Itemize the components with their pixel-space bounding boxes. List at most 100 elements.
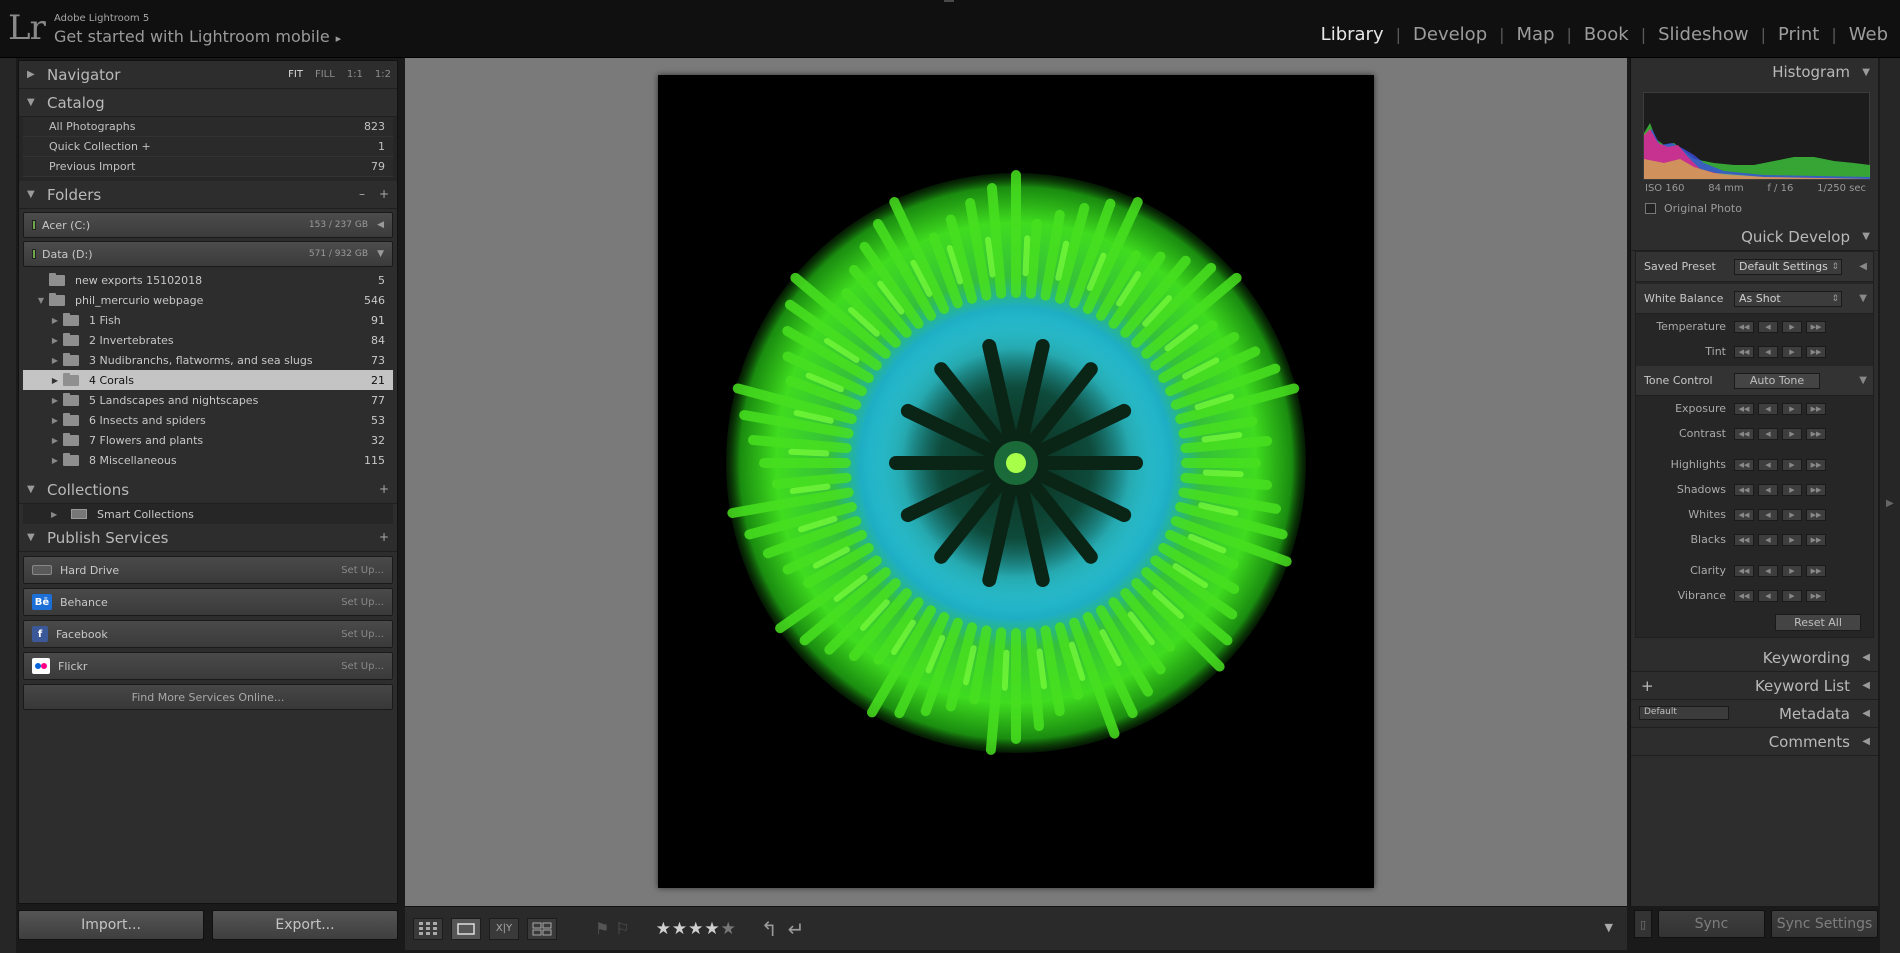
catalog-item-all-photographs[interactable]: All Photographs 823 [23,117,393,137]
decrease-button[interactable]: ◀ [1758,483,1778,496]
collapse-triangle-icon[interactable]: ▶ [51,510,71,519]
expand-triangle-icon[interactable]: ▼ [33,296,49,305]
decrease-button[interactable]: ◀ [1758,345,1778,358]
collapse-triangle-icon[interactable]: ▶ [47,376,63,385]
decrease-button[interactable]: ◀ [1758,427,1778,440]
survey-view-button[interactable] [527,917,557,940]
reject-flag-icon[interactable]: ⚐ [615,919,629,938]
decrease-button[interactable]: ◀ [1758,458,1778,471]
publish-hard-drive[interactable]: Hard Drive Set Up... [23,556,393,584]
decrease-large-button[interactable]: ◀◀ [1734,320,1754,333]
decrease-large-button[interactable]: ◀◀ [1734,402,1754,415]
zoom-1-1[interactable]: 1:1 [347,69,363,80]
import-button[interactable]: Import... [18,910,204,940]
zoom-fit[interactable]: FIT [288,69,303,80]
top-panel-toggle[interactable] [944,0,954,2]
coral-photo[interactable] [658,75,1374,888]
publish-flickr[interactable]: Flickr Set Up... [23,652,393,680]
module-develop[interactable]: Develop [1401,24,1499,45]
increase-button[interactable]: ▶ [1782,589,1802,602]
folder-3-nudibranchs[interactable]: ▶ 3 Nudibranchs, flatworms, and sea slug… [23,350,393,370]
star-rating[interactable]: ★★★★★ [656,919,737,939]
sync-button[interactable]: Sync [1658,910,1765,938]
collection-smart-collections[interactable]: ▶ Smart Collections [23,504,393,524]
collapse-triangle-icon[interactable]: ▶ [47,416,63,425]
setup-link[interactable]: Set Up... [341,661,384,672]
folder-1-fish[interactable]: ▶ 1 Fish 91 [23,310,393,330]
publish-facebook[interactable]: f Facebook Set Up... [23,620,393,648]
increase-button[interactable]: ▶ [1782,427,1802,440]
original-photo-toggle[interactable]: Original Photo [1631,194,1878,223]
decrease-button[interactable]: ◀ [1758,320,1778,333]
increase-button[interactable]: ▶ [1782,483,1802,496]
module-map[interactable]: Map [1505,24,1567,45]
module-slideshow[interactable]: Slideshow [1646,24,1760,45]
volume-data-d[interactable]: Data (D:) 571 / 932 GB ▼ [23,241,393,267]
increase-large-button[interactable]: ▶▶ [1806,589,1826,602]
grid-view-button[interactable] [413,917,443,940]
module-web[interactable]: Web [1837,24,1900,45]
keyword-list-header[interactable]: + Keyword List ◀ [1631,672,1878,700]
increase-large-button[interactable]: ▶▶ [1806,402,1826,415]
decrease-large-button[interactable]: ◀◀ [1734,589,1754,602]
folders-header[interactable]: ▼ Folders – + [19,181,397,209]
auto-tone-button[interactable]: Auto Tone [1734,372,1820,389]
quick-develop-header[interactable]: Quick Develop ▼ [1631,223,1878,251]
module-book[interactable]: Book [1572,24,1641,45]
decrease-button[interactable]: ◀ [1758,508,1778,521]
increase-large-button[interactable]: ▶▶ [1806,508,1826,521]
decrease-large-button[interactable]: ◀◀ [1734,508,1754,521]
decrease-large-button[interactable]: ◀◀ [1734,533,1754,546]
original-photo-checkbox[interactable] [1645,203,1656,214]
module-print[interactable]: Print [1766,24,1831,45]
saved-preset-select[interactable]: Default Settings [1734,258,1842,275]
collapse-triangle-icon[interactable]: ▶ [47,336,63,345]
increase-button[interactable]: ▶ [1782,564,1802,577]
increase-large-button[interactable]: ▶▶ [1806,483,1826,496]
comments-header[interactable]: Comments ◀ [1631,728,1878,756]
setup-link[interactable]: Set Up... [341,565,384,576]
folder-new-exports[interactable]: new exports 15102018 5 [23,270,393,290]
setup-link[interactable]: Set Up... [341,629,384,640]
sync-settings-button[interactable]: Sync Settings [1771,910,1878,938]
navigator-header[interactable]: ▶ Navigator FIT FILL 1:1 1:2 [19,61,397,89]
decrease-large-button[interactable]: ◀◀ [1734,345,1754,358]
lightroom-mobile-link[interactable]: Get started with Lightroom mobile ▸ [54,27,341,46]
increase-large-button[interactable]: ▶▶ [1806,320,1826,333]
rotate-right-icon[interactable]: ↵ [788,917,805,941]
collapse-triangle-icon[interactable]: ▶ [47,396,63,405]
collapse-triangle-icon[interactable]: ▶ [47,316,63,325]
folder-8-miscellaneous[interactable]: ▶ 8 Miscellaneous 115 [23,450,393,470]
zoom-fill[interactable]: FILL [315,69,335,80]
decrease-large-button[interactable]: ◀◀ [1734,564,1754,577]
increase-button[interactable]: ▶ [1782,345,1802,358]
zoom-1-2[interactable]: 1:2 [375,69,391,80]
collapse-triangle-icon[interactable]: ▶ [47,356,63,365]
increase-button[interactable]: ▶ [1782,458,1802,471]
metadata-preset-select[interactable]: Default [1639,706,1729,720]
rotate-left-icon[interactable]: ↰ [761,917,778,941]
expand-triangle-icon[interactable]: ▼ [1859,293,1867,304]
increase-large-button[interactable]: ▶▶ [1806,427,1826,440]
folder-6-insects[interactable]: ▶ 6 Insects and spiders 53 [23,410,393,430]
add-collection-button[interactable]: + [379,482,389,496]
decrease-button[interactable]: ◀ [1758,589,1778,602]
catalog-item-quick-collection[interactable]: Quick Collection + 1 [23,137,393,157]
increase-button[interactable]: ▶ [1782,508,1802,521]
collapse-triangle-icon[interactable]: ▶ [47,456,63,465]
left-panel-edge[interactable] [0,58,16,953]
catalog-item-previous-import[interactable]: Previous Import 79 [23,157,393,177]
collapse-triangle-icon[interactable]: ▶ [47,436,63,445]
catalog-header[interactable]: ▼ Catalog [19,89,397,117]
export-button[interactable]: Export... [212,910,398,940]
module-library[interactable]: Library [1309,24,1396,45]
add-folder-button[interactable]: + [379,187,389,201]
folder-5-landscapes[interactable]: ▶ 5 Landscapes and nightscapes 77 [23,390,393,410]
histogram-graph[interactable] [1643,92,1870,180]
folder-2-invertebrates[interactable]: ▶ 2 Invertebrates 84 [23,330,393,350]
increase-large-button[interactable]: ▶▶ [1806,458,1826,471]
increase-large-button[interactable]: ▶▶ [1806,564,1826,577]
remove-folder-button[interactable]: – [359,187,365,201]
add-keyword-button[interactable]: + [1641,677,1654,695]
folder-7-flowers[interactable]: ▶ 7 Flowers and plants 32 [23,430,393,450]
